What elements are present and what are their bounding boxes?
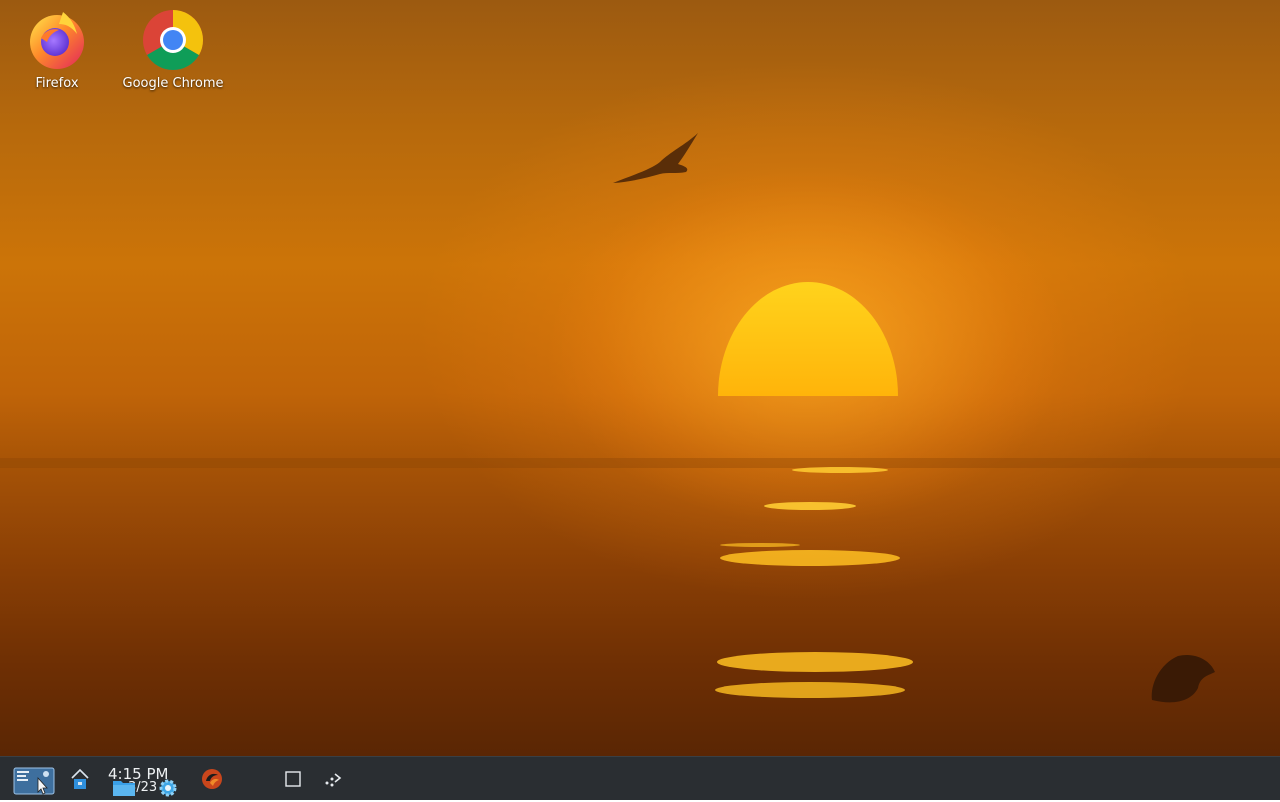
application-launcher-button[interactable] (10, 757, 60, 801)
launcher-icon (13, 767, 55, 795)
home-button[interactable] (66, 757, 94, 801)
files-button[interactable] (112, 777, 136, 799)
swirl-app-icon (202, 769, 222, 789)
home-icon (71, 768, 89, 789)
more-button[interactable] (320, 757, 346, 801)
desktop[interactable]: Firefox Google Chrome (0, 0, 1280, 756)
reflection (720, 543, 800, 547)
show-desktop-button[interactable] (280, 757, 306, 801)
desktop-icon-label: Firefox (35, 76, 79, 91)
taskbar: 4:15 PM 3/23 (0, 756, 1280, 800)
settings-button[interactable] (158, 778, 178, 798)
reflection (717, 652, 913, 672)
desktop-icon-label: Google Chrome (122, 76, 224, 91)
wallpaper-sunset (0, 133, 1280, 703)
horizon-line (0, 458, 1280, 468)
rock-silhouette (1151, 654, 1215, 703)
reflection (720, 550, 900, 566)
folder-icon (113, 781, 135, 796)
bird-silhouette (613, 133, 698, 183)
reflection (715, 682, 905, 698)
dots-arrow-icon (325, 773, 342, 787)
chrome-icon (143, 9, 204, 71)
gear-icon (159, 779, 177, 797)
square-icon (285, 771, 301, 787)
firefox-icon (30, 12, 84, 69)
desktop-icon-google-chrome[interactable]: Google Chrome (118, 8, 228, 91)
reflection (764, 502, 856, 510)
desktop-icon-firefox[interactable]: Firefox (2, 8, 112, 91)
running-app-button[interactable] (198, 757, 226, 801)
reflection (792, 467, 888, 473)
